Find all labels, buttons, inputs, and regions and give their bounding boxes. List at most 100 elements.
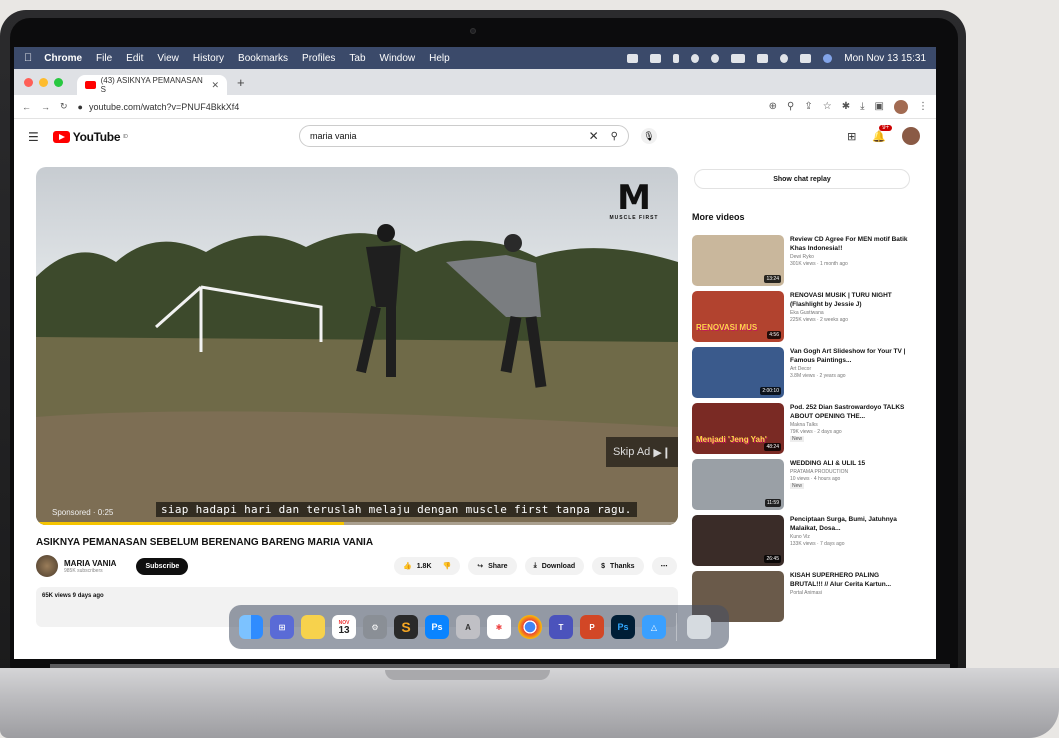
channel-avatar[interactable] — [36, 555, 58, 577]
profile-avatar[interactable] — [894, 99, 908, 114]
subscribe-button[interactable]: Subscribe — [136, 557, 189, 575]
video-title[interactable]: RENOVASI MUSIK | TURU NIGHT (Flashlight … — [790, 291, 910, 309]
video-thumbnail[interactable]: Menjadi 'Jeng Yah' 48:24 — [692, 403, 784, 454]
video-thumbnail[interactable]: 26:45 — [692, 515, 784, 566]
recommended-video[interactable]: Menjadi 'Jeng Yah' 48:24 Pod. 252 Dian S… — [692, 403, 922, 455]
finder-icon[interactable] — [239, 615, 263, 639]
omnibox[interactable]: ● youtube.com/watch?v=PNUF4BkkXf4 — [78, 102, 240, 112]
side-panel-icon[interactable]: ▣ — [875, 101, 884, 112]
status-app-icon[interactable] — [627, 53, 639, 63]
notes-icon[interactable] — [301, 615, 325, 639]
clear-search-icon[interactable]: ✕ — [589, 129, 599, 143]
battery-icon[interactable] — [731, 53, 746, 63]
reload-icon[interactable]: ↻ — [60, 101, 68, 112]
recommended-video[interactable]: 13:24 Review CD Agree For MEN motif Bati… — [692, 235, 922, 287]
status-app-icon[interactable] — [711, 53, 720, 63]
video-thumbnail[interactable]: RENOVASI MUS 4:56 — [692, 291, 784, 342]
account-avatar[interactable] — [902, 127, 920, 145]
microphone-icon[interactable]: 🎙 — [641, 128, 657, 144]
clock[interactable]: Mon Nov 13 15:31 — [844, 53, 926, 64]
wifi-icon[interactable] — [757, 53, 769, 63]
menu-view[interactable]: View — [157, 53, 179, 64]
photoshop-icon[interactable]: Ps — [611, 615, 635, 639]
channel-name[interactable]: Portal Animasi — [790, 590, 910, 596]
create-video-icon[interactable]: ⊞ — [847, 130, 856, 143]
back-icon[interactable]: ← — [22, 102, 31, 112]
app-store-icon[interactable]: △ — [642, 615, 666, 639]
apple-icon[interactable]:  — [24, 52, 32, 64]
siri-icon[interactable] — [823, 53, 833, 63]
more-actions-button[interactable]: ⋯ — [651, 557, 677, 575]
notifications-icon[interactable]: 🔔 9+ — [872, 124, 893, 143]
slack-icon[interactable]: ✱ — [487, 615, 511, 639]
channel-name[interactable]: Kuno Viz — [790, 534, 910, 540]
teams-icon[interactable]: T — [549, 615, 573, 639]
minimize-window-button[interactable] — [39, 77, 48, 87]
font-book-icon[interactable]: A — [456, 615, 480, 639]
forward-icon[interactable]: → — [41, 102, 50, 112]
recommended-video[interactable]: 26:45 Penciptaan Surga, Bumi, Jatuhnya M… — [692, 515, 922, 567]
video-title[interactable]: Van Gogh Art Slideshow for Your TV | Fam… — [790, 347, 910, 365]
status-app-icon[interactable] — [691, 53, 700, 63]
zoom-window-button[interactable] — [54, 77, 63, 87]
thumbs-down-icon[interactable]: 👎 — [443, 562, 452, 570]
menu-window[interactable]: Window — [380, 53, 416, 64]
skip-ad-button[interactable]: Skip Ad ▶❙ — [606, 437, 678, 467]
control-center-icon[interactable] — [800, 53, 812, 63]
video-title[interactable]: KISAH SUPERHERO PALING BRUTAL!!! // Alur… — [790, 571, 910, 589]
close-window-button[interactable] — [24, 77, 33, 87]
share-page-icon[interactable]: ⇪ — [804, 101, 812, 112]
url-text[interactable]: youtube.com/watch?v=PNUF4BkkXf4 — [89, 102, 239, 112]
search-icon[interactable] — [780, 53, 789, 63]
extensions-icon[interactable]: ✱ — [842, 101, 850, 112]
video-thumbnail[interactable]: 2:00:10 — [692, 347, 784, 398]
menu-bookmarks[interactable]: Bookmarks — [238, 53, 288, 64]
search-box[interactable]: maria vania ✕ ⚲ — [299, 125, 629, 147]
site-info-icon[interactable]: ● — [78, 102, 83, 112]
video-player[interactable]: M MUSCLE FIRST Skip Ad ▶❙ Sponsored · 0:… — [36, 167, 678, 525]
menu-app-name[interactable]: Chrome — [44, 53, 82, 64]
menu-edit[interactable]: Edit — [126, 53, 143, 64]
video-thumbnail[interactable]: 11:59 — [692, 459, 784, 510]
video-title[interactable]: Penciptaan Surga, Bumi, Jatuhnya Malaika… — [790, 515, 910, 533]
channel-name[interactable]: Makna Talks — [790, 422, 910, 428]
tab-youtube[interactable]: (43) ASIKNYA PEMANASAN S ✕ — [77, 75, 227, 95]
translate-icon[interactable]: ⊕ — [769, 101, 777, 112]
download-button[interactable]: ⤓ Download — [524, 557, 585, 575]
zoom-icon[interactable]: ⚲ — [787, 101, 794, 112]
thanks-button[interactable]: $ Thanks — [592, 557, 644, 575]
video-title[interactable]: Review CD Agree For MEN motif Batik Khas… — [790, 235, 910, 253]
close-tab-icon[interactable]: ✕ — [211, 80, 219, 91]
chrome-menu-icon[interactable]: ⋮ — [918, 101, 928, 112]
channel-name[interactable]: MARIA VANIA — [64, 559, 116, 568]
chrome-icon[interactable] — [518, 615, 542, 639]
channel-name[interactable]: Dewi Ryko — [790, 254, 910, 260]
photoshop-express-icon[interactable]: Ps — [425, 615, 449, 639]
video-title[interactable]: WEDDING ALI & ULIL 15 — [790, 459, 910, 468]
like-button[interactable]: 👍 1.8K 👎 — [394, 557, 461, 575]
sublime-icon[interactable]: S — [394, 615, 418, 639]
channel-name[interactable]: PRATAMA PRODUCTION — [790, 469, 910, 475]
menu-tab[interactable]: Tab — [349, 53, 365, 64]
video-thumbnail[interactable]: 13:24 — [692, 235, 784, 286]
search-input[interactable]: maria vania — [310, 131, 357, 141]
bookmark-star-icon[interactable]: ☆ — [823, 101, 832, 112]
status-app-icon[interactable] — [650, 53, 662, 63]
share-button[interactable]: ↪ Share — [468, 557, 517, 575]
show-chat-replay-button[interactable]: Show chat replay — [694, 169, 910, 189]
video-title[interactable]: Pod. 252 Dian Sastrowardoyo TALKS ABOUT … — [790, 403, 910, 421]
menu-file[interactable]: File — [96, 53, 112, 64]
recommended-video[interactable]: RENOVASI MUS 4:56 RENOVASI MUSIK | TURU … — [692, 291, 922, 343]
search-icon[interactable]: ⚲ — [611, 131, 618, 142]
menu-history[interactable]: History — [193, 53, 224, 64]
channel-name[interactable]: Art Decor — [790, 366, 910, 372]
channel-name[interactable]: Eka Gustiwana — [790, 310, 910, 316]
trash-icon[interactable] — [687, 615, 711, 639]
recommended-video[interactable]: 11:59 WEDDING ALI & ULIL 15 PRATAMA PROD… — [692, 459, 922, 511]
youtube-logo[interactable]: YouTube ID — [52, 130, 128, 144]
downloads-icon[interactable]: ⤓ — [860, 101, 864, 112]
bluetooth-icon[interactable] — [673, 53, 680, 63]
menu-help[interactable]: Help — [429, 53, 450, 64]
powerpoint-icon[interactable]: P — [580, 615, 604, 639]
recommended-video[interactable]: 2:00:10 Van Gogh Art Slideshow for Your … — [692, 347, 922, 399]
